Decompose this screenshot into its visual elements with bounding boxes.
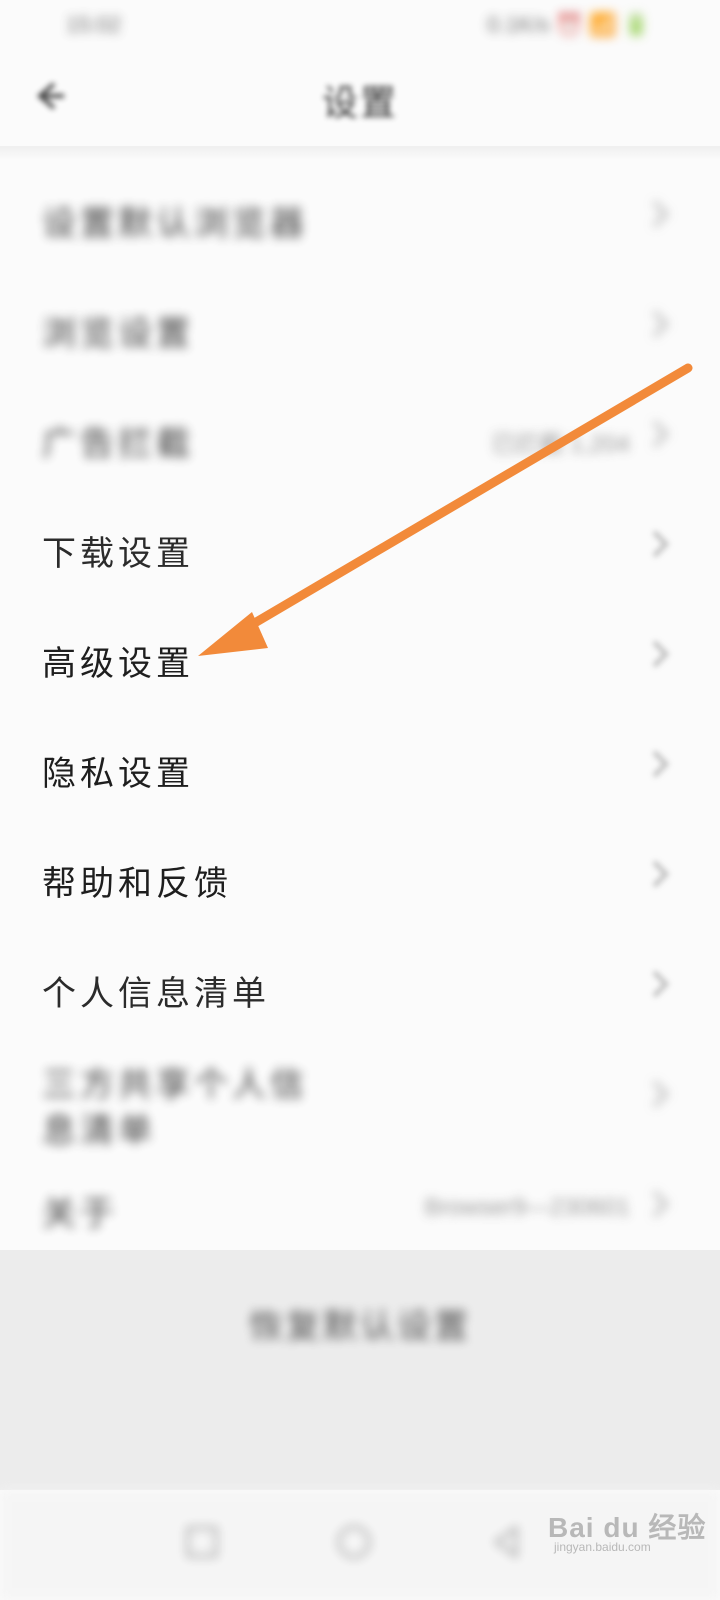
settings-item-value: Browser9—230601 xyxy=(424,1194,630,1221)
status-time: 15:02 xyxy=(66,12,122,37)
settings-screen: 15:02 0.1K/s ⏰ 📶 🔋 设置 设置默认浏览器 浏览设置 广告拦截 … xyxy=(0,0,720,1600)
chevron-right-icon xyxy=(646,636,674,672)
app-header: 设置 xyxy=(0,50,720,146)
chevron-right-icon xyxy=(646,196,674,232)
settings-item-label: 三方共享个人信息清单 xyxy=(42,1065,308,1151)
settings-item-label: 广告拦截 xyxy=(42,424,194,464)
chevron-right-icon xyxy=(646,306,674,342)
chevron-right-icon xyxy=(646,746,674,782)
settings-item-help-feedback[interactable]: 帮助和反馈 xyxy=(0,820,720,930)
settings-item-advanced[interactable]: 高级设置 xyxy=(0,600,720,710)
settings-item-label: 个人信息清单 xyxy=(42,974,270,1014)
triangle-back-icon[interactable] xyxy=(484,1520,528,1564)
settings-item-value: 已拦截 1,204 xyxy=(491,431,630,458)
settings-item-label: 关于 xyxy=(42,1194,118,1234)
baidu-watermark: Bai du 经验 jingyan.baidu.com xyxy=(548,1496,708,1556)
status-icons: 0.1K/s ⏰ 📶 🔋 xyxy=(487,12,650,37)
chevron-right-icon xyxy=(646,1186,674,1222)
settings-item-label: 下载设置 xyxy=(42,534,194,574)
page-title: 设置 xyxy=(321,82,398,123)
bottom-action-bar: 恢复默认设置 xyxy=(0,1250,720,1490)
settings-item-default-browser[interactable]: 设置默认浏览器 xyxy=(0,160,720,270)
chevron-right-icon xyxy=(646,526,674,562)
chevron-right-icon xyxy=(646,1076,674,1112)
square-icon[interactable] xyxy=(180,1520,224,1564)
settings-item-label: 浏览设置 xyxy=(42,314,194,354)
settings-item-download[interactable]: 下载设置 xyxy=(0,490,720,600)
chevron-right-icon xyxy=(646,856,674,892)
settings-item-privacy[interactable]: 隐私设置 xyxy=(0,710,720,820)
settings-item-personal-info-list[interactable]: 个人信息清单 xyxy=(0,930,720,1040)
settings-item-ad-block[interactable]: 广告拦截 已拦截 1,204 xyxy=(0,380,720,490)
settings-item-about[interactable]: 关于 Browser9—230601 xyxy=(0,1150,720,1260)
settings-item-browse[interactable]: 浏览设置 xyxy=(0,270,720,380)
status-bar: 15:02 0.1K/s ⏰ 📶 🔋 xyxy=(0,0,720,50)
settings-item-label: 帮助和反馈 xyxy=(42,864,232,904)
settings-item-third-party-sharing[interactable]: 三方共享个人信息清单 xyxy=(0,1040,720,1151)
settings-item-label: 设置默认浏览器 xyxy=(42,204,308,244)
header-divider xyxy=(0,146,720,160)
settings-item-label: 高级设置 xyxy=(42,644,194,684)
reset-defaults-button[interactable]: 恢复默认设置 xyxy=(0,1292,720,1362)
circle-icon[interactable] xyxy=(332,1520,376,1564)
settings-item-label: 隐私设置 xyxy=(42,754,194,794)
chevron-right-icon xyxy=(646,416,674,452)
watermark-url: jingyan.baidu.com xyxy=(554,1540,651,1554)
chevron-right-icon xyxy=(646,966,674,1002)
